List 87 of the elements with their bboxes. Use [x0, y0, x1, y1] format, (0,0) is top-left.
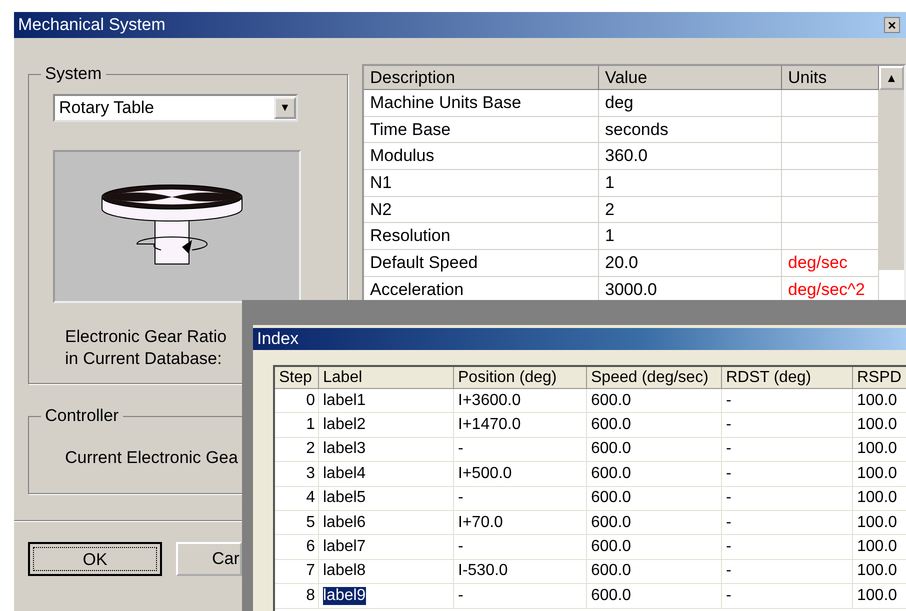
table-cell: - — [726, 489, 732, 508]
table-cell: 0 — [306, 392, 315, 410]
table-cell: 600.0 — [591, 538, 632, 556]
table-cell: 100.0 — [857, 392, 898, 410]
table-cell: 100.0 — [857, 464, 898, 483]
table-cell: - — [458, 538, 464, 556]
table-cell: - — [726, 464, 732, 483]
table-cell: I+1470.0 — [458, 416, 521, 434]
gear-ratio-label: Current Electronic Gea — [65, 448, 238, 468]
table-cell: N1 — [364, 170, 599, 197]
dialog-button[interactable]: Car — [176, 542, 242, 576]
table-cell[interactable]: label5 — [323, 489, 366, 508]
table-cell[interactable]: label6 — [323, 514, 366, 532]
table-cell: 600.0 — [591, 586, 632, 605]
table-cell: 2 — [599, 196, 782, 224]
table-cell: I+70.0 — [458, 514, 503, 532]
table-cell[interactable]: label1 — [323, 392, 366, 410]
table-cell[interactable]: label8 — [323, 562, 366, 580]
table-cell: 600.0 — [591, 562, 632, 580]
column-header[interactable]: RSPD — [853, 367, 906, 389]
table-cell[interactable]: label4 — [323, 464, 366, 483]
table-cell: - — [458, 586, 464, 605]
table-cell: seconds — [599, 116, 782, 144]
table-cell: - — [458, 440, 464, 458]
table-cell: - — [726, 392, 732, 410]
table-cell: 100.0 — [857, 586, 898, 605]
table-cell: 100.0 — [857, 514, 898, 532]
table-cell: Default Speed — [364, 250, 599, 277]
table-cell: 100.0 — [857, 489, 898, 508]
table-cell: N2 — [364, 196, 599, 224]
table-cell: - — [726, 440, 732, 458]
close-button[interactable]: × — [884, 17, 900, 33]
table-cell: 8 — [306, 586, 315, 605]
table-cell: 1 — [599, 223, 782, 250]
table-cell[interactable]: label9 — [323, 586, 366, 605]
table-cell: 4 — [306, 489, 315, 508]
table-cell: - — [726, 416, 732, 434]
column-header[interactable]: Label — [319, 367, 454, 389]
table-cell[interactable]: label2 — [323, 416, 366, 434]
table-cell: Machine Units Base — [364, 90, 599, 117]
table-cell: Modulus — [364, 143, 599, 170]
system-dropdown[interactable]: Rotary Table ▼ — [53, 94, 298, 122]
table-cell: 600.0 — [591, 416, 632, 434]
table-cell: - — [726, 586, 732, 605]
table-cell: 20.0 — [599, 250, 782, 277]
table-cell[interactable]: label7 — [323, 538, 366, 556]
scroll-up-button[interactable]: ▲ — [879, 66, 904, 90]
table-cell: I-530.0 — [458, 562, 508, 580]
table-cell: 2 — [306, 440, 315, 458]
table-cell: 100.0 — [857, 440, 898, 458]
column-header[interactable]: Step — [275, 367, 319, 389]
table-cell: 600.0 — [591, 489, 632, 508]
table-cell: 1 — [306, 416, 315, 434]
table-cell: - — [726, 514, 732, 532]
group-label: Controller — [44, 406, 120, 426]
table-cell: 100.0 — [857, 562, 898, 580]
table-cell: - — [726, 562, 732, 580]
table-cell: - — [726, 538, 732, 556]
table-cell: 600.0 — [591, 514, 632, 532]
dialog-button[interactable]: OK — [28, 542, 162, 576]
table-cell: 1 — [599, 170, 782, 197]
table-cell: Resolution — [364, 223, 599, 250]
column-header[interactable]: Position (deg) — [454, 367, 587, 389]
window-title: Index — [257, 329, 299, 349]
column-header[interactable]: Description — [364, 66, 599, 90]
table-cell[interactable]: label3 — [323, 440, 366, 458]
table-cell: 600.0 — [591, 464, 632, 483]
table-cell: 100.0 — [857, 538, 898, 556]
table-cell: 3 — [306, 464, 315, 483]
table-cell: - — [458, 489, 464, 508]
table-cell: 7 — [306, 562, 315, 580]
column-header[interactable]: Speed (deg/sec) — [587, 367, 722, 389]
table-cell: deg — [599, 90, 782, 117]
window-title: Mechanical System — [18, 15, 166, 35]
group-label: System — [44, 64, 103, 84]
table-cell: I+3600.0 — [458, 392, 521, 410]
table-cell: 360.0 — [599, 143, 782, 170]
table-cell: 600.0 — [591, 392, 632, 410]
table-cell: I+500.0 — [458, 464, 512, 483]
table-cell: 5 — [306, 514, 315, 532]
column-header[interactable]: RDST (deg) — [722, 367, 853, 389]
table-cell: 600.0 — [591, 440, 632, 458]
gear-ratio-label: Electronic Gear Ratio in Current Database: — [65, 326, 227, 370]
table-cell: Time Base — [364, 116, 599, 144]
column-header[interactable]: Value — [599, 66, 782, 90]
table-cell: 100.0 — [857, 416, 898, 434]
table-cell: 6 — [306, 538, 315, 556]
